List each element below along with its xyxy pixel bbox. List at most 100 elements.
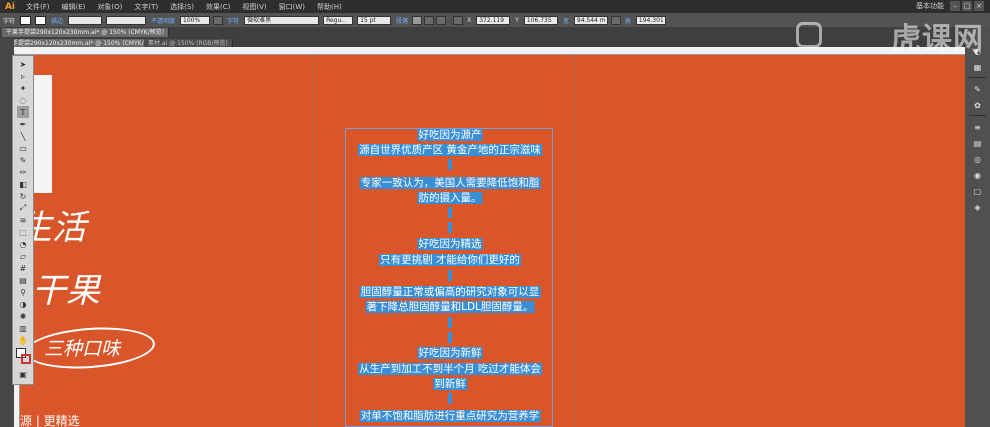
stroke-color-icon[interactable] (21, 354, 31, 364)
width-field[interactable]: 94.544 m (573, 15, 608, 25)
close-button[interactable]: × (974, 1, 984, 11)
text-line: 源自世界优质产区 黄金产地的正宗滋味 (358, 144, 542, 156)
stroke-swatch[interactable] (35, 15, 47, 25)
text-line: 只有更挑剔 才能给你们更好的 (379, 254, 521, 266)
lasso-tool-icon[interactable]: ◌ (17, 94, 29, 106)
workspace-switcher[interactable]: 基本功能 (916, 0, 944, 13)
transparency-panel-icon[interactable]: ◎ (971, 153, 984, 165)
symbols-panel-icon[interactable]: ✿ (971, 99, 984, 111)
control-bar: 字符 描边 不透明度 100% 字符 微软雅黑 Regu.. 15 pt 段落 … (0, 13, 990, 27)
gradient-tool-icon[interactable]: ▤ (17, 274, 29, 286)
opacity-link[interactable]: 不透明度 (148, 16, 178, 25)
type-tool-icon[interactable]: T (17, 106, 29, 118)
menu-type[interactable]: 文字(T) (128, 2, 164, 12)
paintbrush-tool-icon[interactable]: ✎ (17, 154, 29, 166)
font-family-select[interactable]: 微软雅黑 (244, 15, 320, 25)
right-panel-dock: ◐ ▦ ✎ ✿ ≡ ▤ ◎ ◉ ▢ ◈ (965, 27, 990, 427)
scale-tool-icon[interactable]: ⤢ (17, 202, 29, 214)
gradient-panel-icon[interactable]: ▤ (971, 137, 984, 149)
recolor-icon[interactable] (213, 15, 224, 25)
menu-edit[interactable]: 编辑(E) (56, 2, 92, 12)
graphic-styles-panel-icon[interactable]: ▢ (971, 185, 984, 197)
menu-view[interactable]: 视图(V) (236, 2, 272, 12)
x-field[interactable]: 372.119 (476, 15, 511, 25)
font-style-select[interactable]: Regu.. (323, 15, 354, 25)
blend-tool-icon[interactable]: ◑ (17, 298, 29, 310)
artwork-badge-text: 三种口味 (44, 338, 121, 360)
graph-tool-icon[interactable]: ▥ (17, 322, 29, 334)
rectangle-tool-icon[interactable]: ▭ (17, 142, 29, 154)
selection-tool-icon[interactable]: ➤ (17, 58, 29, 70)
paragraph-link[interactable]: 段落 (393, 16, 411, 25)
text-line: 著下降总胆固醇量和LDL胆固醇量。 (365, 301, 535, 313)
pen-tool-icon[interactable]: ✒ (17, 118, 29, 130)
watermark-logo-icon (796, 22, 822, 48)
shape-builder-tool-icon[interactable]: ◔ (17, 238, 29, 250)
stroke-panel-icon[interactable]: ≡ (971, 121, 984, 133)
type-label: 字符 (3, 17, 16, 25)
height-field[interactable]: 194.301 (635, 15, 666, 25)
menu-window[interactable]: 窗口(W) (273, 2, 311, 12)
free-transform-tool-icon[interactable]: ⬚ (17, 226, 29, 238)
text-line: 对单不饱和脂肪进行重点研究为营养学 (359, 410, 541, 422)
tab-document-1[interactable]: 干果手提袋290x120x230mm.ai* @ 150% (CMYK/预览) (2, 28, 169, 37)
maximize-button[interactable]: □ (962, 1, 972, 11)
fill-swatch[interactable] (20, 15, 32, 25)
artboard-canvas[interactable]: 好吃因为源产 源自世界优质产区 黄金产地的正宗滋味 专家一致认为，美国人需要降低… (20, 55, 965, 427)
character-link[interactable]: 字符 (224, 16, 242, 25)
artboard-guide-left (312, 55, 313, 427)
direct-selection-tool-icon[interactable]: ▹ (17, 70, 29, 82)
y-label: Y (515, 16, 519, 24)
y-field[interactable]: 106.735 (523, 15, 558, 25)
minimize-button[interactable]: – (950, 1, 960, 11)
brushes-panel-icon[interactable]: ✎ (971, 83, 984, 95)
tools-panel: ➤ ▹ ✦ ◌ T ✒ ╲ ▭ ✎ ✏ ◧ ↻ ⤢ ≋ ⬚ ◔ ▱ # ▤ ⚲ … (12, 55, 34, 385)
perspective-tool-icon[interactable]: ▱ (17, 250, 29, 262)
symbol-sprayer-tool-icon[interactable]: ✺ (17, 310, 29, 322)
text-line: 从生产到加工不到半个月 吃过才能体会 (358, 363, 542, 375)
opacity-field[interactable]: 100% (180, 15, 211, 25)
stroke-link[interactable]: 描边 (48, 16, 66, 25)
watermark: 虎课网 (891, 22, 984, 57)
menu-object[interactable]: 对象(O) (91, 2, 128, 12)
screen-mode-icon[interactable]: ▣ (17, 368, 29, 380)
eraser-tool-icon[interactable]: ◧ (17, 178, 29, 190)
menu-effect[interactable]: 效果(C) (200, 2, 236, 12)
text-line: 到新鲜 (433, 378, 467, 390)
layers-panel-icon[interactable]: ◈ (971, 201, 984, 213)
appearance-panel-icon[interactable]: ◉ (971, 169, 984, 181)
height-label: 高 (624, 17, 631, 25)
font-size-field[interactable]: 15 pt (357, 15, 392, 25)
magic-wand-tool-icon[interactable]: ✦ (17, 82, 29, 94)
stroke-weight-field[interactable] (68, 15, 103, 25)
transform-icon[interactable] (453, 15, 464, 25)
align-center-icon[interactable] (424, 15, 435, 25)
menu-select[interactable]: 选择(S) (164, 2, 200, 12)
selection-bar (448, 222, 452, 233)
text-line: 胆固醇量正常或偏高的研究对象可以显 (359, 286, 541, 298)
text-line: 好吃因为源产 (417, 129, 483, 141)
pencil-tool-icon[interactable]: ✏ (17, 166, 29, 178)
selection-bar (448, 159, 452, 170)
menu-help[interactable]: 帮助(H) (311, 2, 348, 12)
stroke-style-field[interactable] (106, 15, 147, 25)
line-tool-icon[interactable]: ╲ (17, 130, 29, 142)
artboard-guide-right (575, 55, 576, 427)
selection-bar (448, 317, 452, 328)
selection-bar (448, 393, 452, 404)
menu-file[interactable]: 文件(F) (20, 2, 56, 12)
panel-divider (969, 115, 986, 116)
eyedropper-tool-icon[interactable]: ⚲ (17, 286, 29, 298)
text-line: 肪的摄入量。 (417, 192, 483, 204)
horizontal-ruler[interactable] (14, 47, 965, 55)
link-proportions-icon[interactable] (610, 15, 621, 25)
selection-bar (448, 332, 452, 343)
mesh-tool-icon[interactable]: # (17, 262, 29, 274)
hand-tool-icon[interactable]: ✋ (17, 334, 29, 346)
align-right-icon[interactable] (436, 15, 447, 25)
width-tool-icon[interactable]: ≋ (17, 214, 29, 226)
rotate-tool-icon[interactable]: ↻ (17, 190, 29, 202)
swatches-panel-icon[interactable]: ▦ (971, 61, 984, 73)
align-left-icon[interactable] (412, 15, 423, 25)
width-label: 宽 (562, 17, 569, 25)
